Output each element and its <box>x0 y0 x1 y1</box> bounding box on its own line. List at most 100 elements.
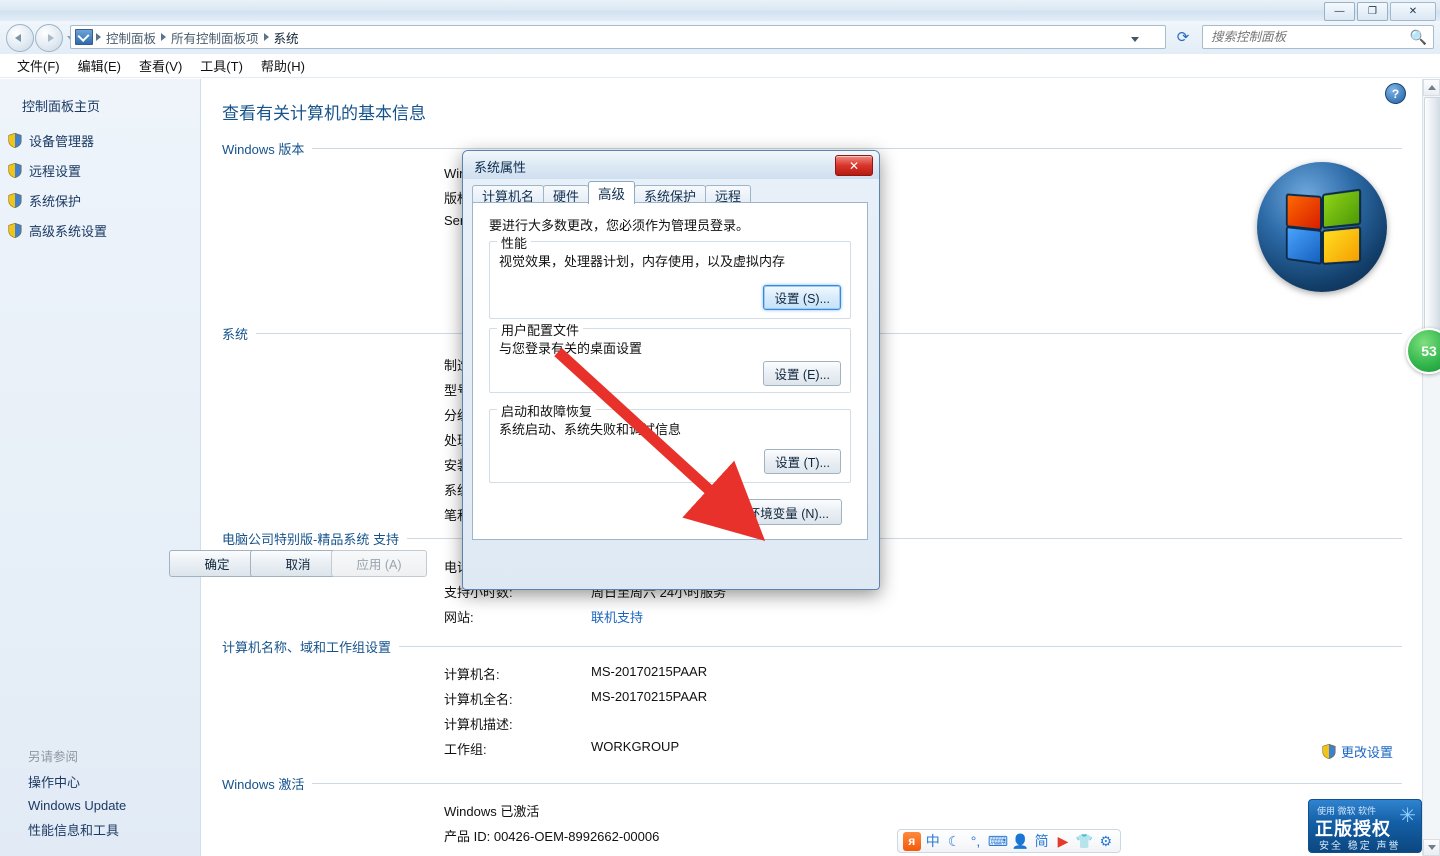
minimize-button[interactable]: — <box>1324 2 1355 21</box>
ime-moon-icon[interactable]: ☾ <box>945 832 963 851</box>
shield-icon <box>1322 744 1336 759</box>
dialog-close-button[interactable]: ✕ <box>835 155 873 176</box>
menu-tools[interactable]: 工具(T) <box>191 54 252 77</box>
row-label: 计算机名: <box>444 667 500 682</box>
user-profiles-settings-button[interactable]: 设置 (E)... <box>763 361 841 386</box>
dialog-intro-text: 要进行大多数更改，您必须作为管理员登录。 <box>489 218 750 233</box>
forward-button[interactable] <box>35 24 63 52</box>
fieldset-description: 与您登录有关的桌面设置 <box>499 341 643 356</box>
menu-edit[interactable]: 编辑(E) <box>69 54 130 77</box>
search-box[interactable]: 🔍 <box>1202 25 1434 49</box>
sidebar-footer: 另请参阅 操作中心 Windows Update 性能信息和工具 <box>0 746 200 846</box>
divider <box>312 148 1402 149</box>
row-label: 工作组: <box>444 742 487 757</box>
vertical-scrollbar[interactable]: 53 <box>1406 79 1440 856</box>
dialog-footer: 确定 取消 应用 (A) <box>0 550 427 580</box>
maximize-button[interactable]: ❐ <box>1357 2 1388 21</box>
ime-punctuation-icon[interactable]: °, <box>966 832 984 851</box>
sidebar-item-label: 设备管理器 <box>29 134 95 149</box>
star-icon: ✳ <box>1399 805 1416 827</box>
divider <box>312 783 1402 784</box>
shield-icon <box>8 133 22 148</box>
ime-keyboard-icon[interactable]: ⌨ <box>988 832 1008 851</box>
ime-settings-gear-icon[interactable]: ⚙ <box>1097 832 1115 851</box>
dialog-tab-panel-advanced: 要进行大多数更改，您必须作为管理员登录。 性能 视觉效果，处理器计划，内存使用，… <box>472 202 868 540</box>
sogou-ime-logo-icon[interactable]: я <box>903 831 921 851</box>
logo-pane-yellow <box>1322 225 1362 265</box>
row-value-link[interactable]: 联机支持 <box>591 607 643 626</box>
sidebar-footer-title: 另请参阅 <box>28 750 79 764</box>
breadcrumb-separator-icon <box>96 33 101 41</box>
sidebar-item-advanced-system-settings[interactable]: 高级系统设置 <box>8 221 107 240</box>
change-settings-link[interactable]: 更改设置 <box>1322 742 1393 761</box>
sidebar-item-device-manager[interactable]: 设备管理器 <box>8 131 94 150</box>
scroll-up-arrow-icon[interactable] <box>1423 79 1440 96</box>
apply-button: 应用 (A) <box>331 550 427 577</box>
genuine-software-badge[interactable]: 使用 微软 软件 正版授权 安全 稳定 声誉 ✳ <box>1308 799 1422 853</box>
fieldset-performance: 性能 视觉效果，处理器计划，内存使用，以及虚拟内存 设置 (S)... <box>489 233 851 319</box>
fieldset-legend: 用户配置文件 <box>497 320 584 339</box>
section-header-activation: Windows 激活 <box>222 774 1402 793</box>
fieldset-description: 视觉效果，处理器计划，内存使用，以及虚拟内存 <box>499 254 786 269</box>
row-label: 网站: <box>444 610 474 625</box>
row-label: 计算机描述: <box>444 717 513 732</box>
scrollbar-thumb[interactable] <box>1424 97 1440 349</box>
ime-skin-icon[interactable]: 👕 <box>1075 832 1093 851</box>
menu-file[interactable]: 文件(F) <box>8 54 69 77</box>
menu-bar: 文件(F) 编辑(E) 查看(V) 工具(T) 帮助(H) <box>0 54 1440 78</box>
address-bar: 控制面板 所有控制面板项 系统 ⟳ 🔍 <box>0 21 1440 55</box>
help-icon[interactable]: ? <box>1385 83 1406 104</box>
fieldset-user-profiles: 用户配置文件 与您登录有关的桌面设置 设置 (E)... <box>489 320 851 393</box>
row-value: MS-20170215PAAR <box>591 689 708 704</box>
breadcrumb[interactable]: 控制面板 所有控制面板项 系统 <box>70 25 1166 49</box>
breadcrumb-item-control-panel[interactable]: 控制面板 <box>102 28 160 47</box>
sidebar-item-system-protection[interactable]: 系统保护 <box>8 191 81 210</box>
sidebar-item-performance-info[interactable]: 性能信息和工具 <box>28 820 200 839</box>
sidebar-item-remote-settings[interactable]: 远程设置 <box>8 161 81 180</box>
control-panel-window: — ❐ ✕ 控制面板 所有控制面板项 系统 ⟳ 🔍 文件(F) 编 <box>0 0 1440 856</box>
dialog-titlebar: 系统属性 ✕ <box>463 151 879 179</box>
search-input[interactable] <box>1209 29 1410 45</box>
back-button[interactable] <box>6 24 34 52</box>
logo-pane-green <box>1322 188 1362 229</box>
performance-settings-button[interactable]: 设置 (S)... <box>763 285 841 310</box>
scroll-down-arrow-icon[interactable] <box>1423 839 1440 856</box>
sidebar-item-windows-update[interactable]: Windows Update <box>28 798 200 813</box>
breadcrumb-item-all-items[interactable]: 所有控制面板项 <box>167 28 263 47</box>
startup-recovery-settings-button[interactable]: 设置 (T)... <box>764 449 841 474</box>
close-button[interactable]: ✕ <box>1390 2 1436 21</box>
environment-variables-button[interactable]: 环境变量 (N)... <box>734 499 842 525</box>
ime-chinese-mode-icon[interactable]: 中 <box>924 832 942 851</box>
row-value: MS-20170215PAAR <box>591 664 708 679</box>
ime-simplified-icon[interactable]: 简 <box>1032 832 1050 851</box>
fieldset-legend: 启动和故障恢复 <box>497 401 597 420</box>
sidebar-item-label: 远程设置 <box>29 164 82 179</box>
windows-flag-icon <box>1285 188 1362 265</box>
shield-icon <box>8 223 22 238</box>
logo-pane-blue <box>1285 226 1322 265</box>
badge-line-3: 安全 稳定 声誉 <box>1319 841 1401 852</box>
window-titlebar: — ❐ ✕ <box>0 0 1440 22</box>
shield-icon <box>8 193 22 208</box>
tab-advanced[interactable]: 高级 <box>588 181 636 204</box>
fieldset-description: 系统启动、系统失败和调试信息 <box>499 422 682 437</box>
page-title: 查看有关计算机的基本信息 <box>222 104 426 123</box>
refresh-icon[interactable]: ⟳ <box>1172 25 1194 49</box>
breadcrumb-item-system[interactable]: 系统 <box>270 28 303 47</box>
sogou-ime-toolbar[interactable]: я 中 ☾ °, ⌨ 👤 简 ▶ 👕 ⚙ <box>897 829 1121 853</box>
navigation-buttons <box>6 24 75 52</box>
ime-video-icon[interactable]: ▶ <box>1054 832 1072 851</box>
ime-user-icon[interactable]: 👤 <box>1011 832 1029 851</box>
sidebar-item-action-center[interactable]: 操作中心 <box>28 772 200 791</box>
breadcrumb-chevron-down-icon[interactable] <box>1131 37 1139 42</box>
menu-view[interactable]: 查看(V) <box>130 54 191 77</box>
logo-pane-red <box>1285 193 1322 231</box>
dialog-tabs: 计算机名 硬件 高级 系统保护 远程 <box>472 181 752 204</box>
shield-icon <box>8 163 22 178</box>
windows-logo <box>1257 162 1387 292</box>
window-controls: — ❐ ✕ <box>1324 2 1436 21</box>
menu-help[interactable]: 帮助(H) <box>252 54 314 77</box>
activation-status: Windows 已激活 <box>444 804 540 819</box>
dialog-title: 系统属性 <box>474 160 527 175</box>
sidebar-item-home[interactable]: 控制面板主页 <box>22 96 100 115</box>
